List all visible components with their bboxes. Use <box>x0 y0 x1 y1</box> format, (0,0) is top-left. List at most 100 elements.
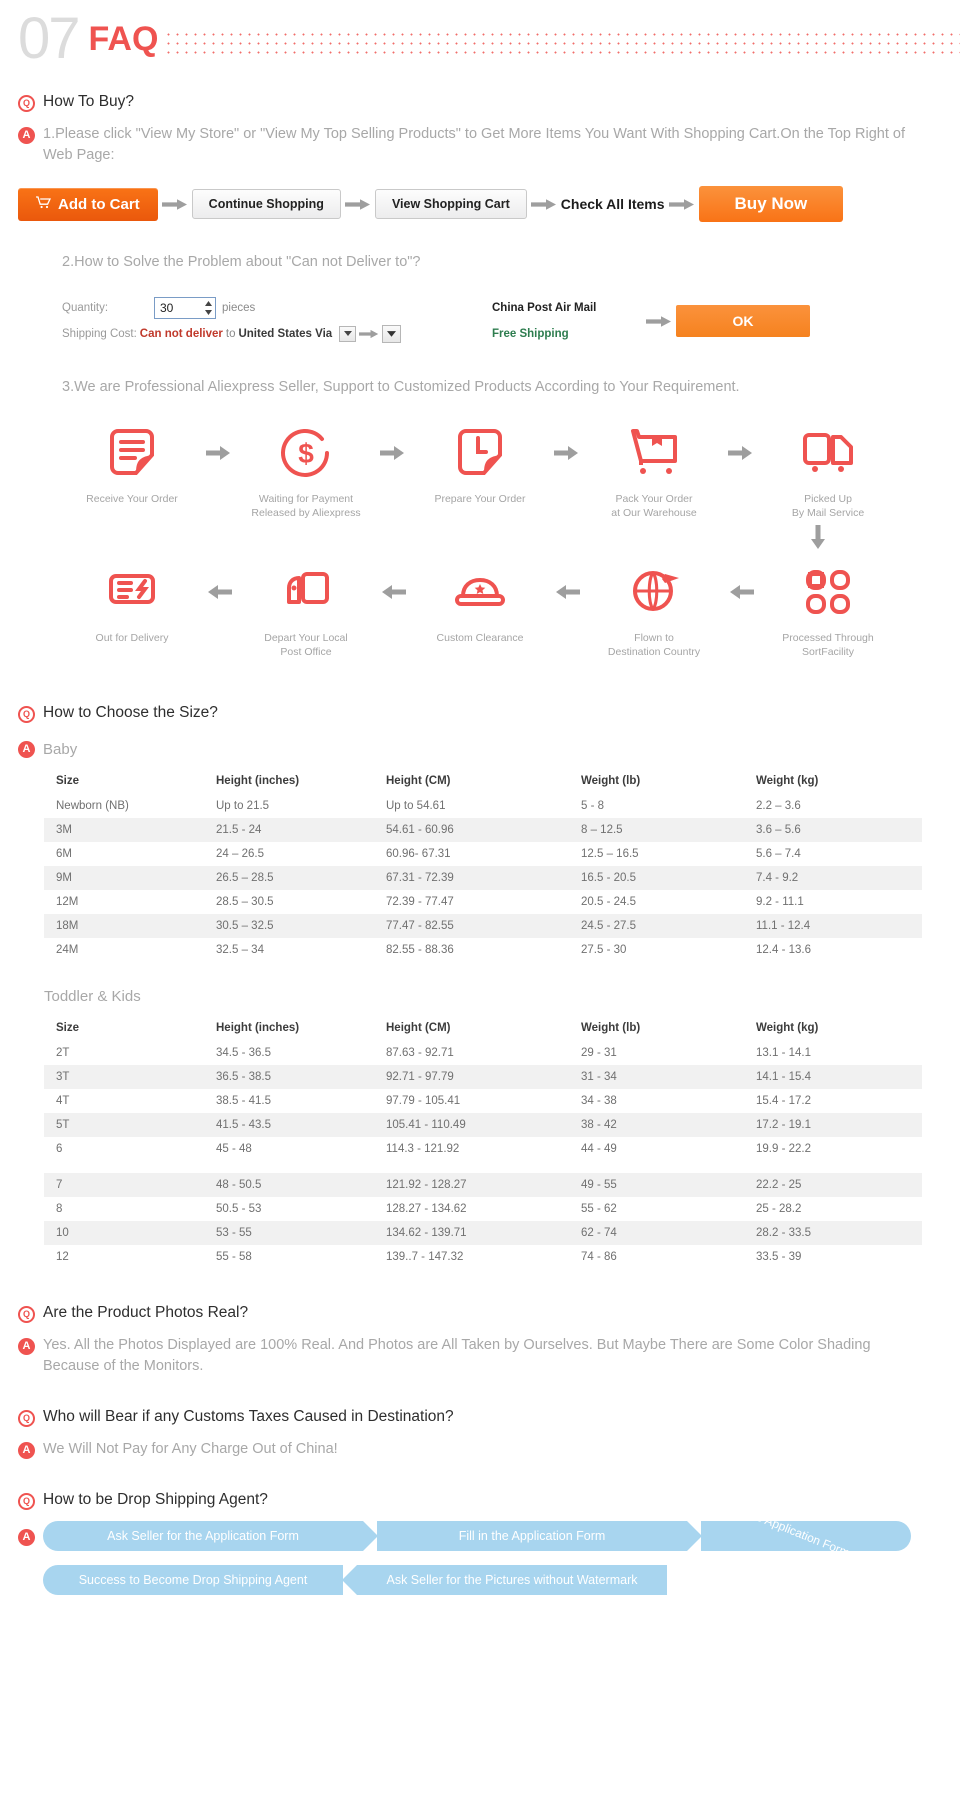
answer-how-to-buy-3: 3.We are Professional Aliexpress Seller,… <box>62 379 740 396</box>
add-to-cart-button[interactable]: Add to Cart <box>18 187 158 221</box>
table-cell: 19.9 - 22.2 <box>756 1143 811 1156</box>
table-cell: 15.4 - 17.2 <box>756 1095 811 1108</box>
table-cell: 105.41 - 110.49 <box>374 1113 569 1138</box>
baby-table-body: Newborn (NB) Up to 21.5 Up to 54.61 5 - 8 2.… <box>44 794 922 962</box>
flow-step-5[interactable]: Success to Become Drop Shipping Agent <box>43 1564 343 1595</box>
table-cell: 54.61 - 60.96 <box>374 818 569 843</box>
table-cell: 67.31 - 72.39 <box>374 866 569 891</box>
continue-shopping-button[interactable]: Continue Shopping <box>191 189 341 220</box>
flow-step-1[interactable]: Ask Seller for the Application Form <box>43 1520 378 1551</box>
quantity-stepper[interactable]: 30 <box>154 297 216 320</box>
quantity-label: Quantity: <box>62 302 109 315</box>
process-step-label: Custom Clearance <box>436 631 524 644</box>
column-header-height-inches: Height (inches) <box>216 775 300 788</box>
answer-text: Yes. All the Photos Displayed are 100% R… <box>43 1337 871 1375</box>
table-cell: 24 – 26.5 <box>216 848 264 861</box>
table-cell: 25 - 28.2 <box>756 1203 802 1216</box>
arrow-left-icon <box>193 561 245 623</box>
view-shopping-cart-button[interactable]: View Shopping Cart <box>374 189 527 220</box>
table-cell: 82.55 - 88.36 <box>386 944 454 957</box>
question-how-to-buy: Q How To Buy? <box>0 92 960 112</box>
country-dropdown[interactable] <box>339 326 357 343</box>
sort-facility-icon <box>767 561 889 623</box>
process-step-depart-post-office: Depart Your Local Post Office <box>245 561 367 659</box>
table-row: 4T 38.5 - 41.5 97.79 - 105.41 34 - 38 15.4 -… <box>44 1089 922 1113</box>
process-step-label: Prepare Your Order <box>434 493 526 506</box>
shipping-form-block: Quantity: 30 pieces Shipping Cost: Can n… <box>0 295 960 347</box>
process-step-label: Out for Delivery <box>95 631 169 644</box>
process-step-label: Processed Through SortFacility <box>782 631 874 658</box>
table-row: 6M 24 – 26.5 60.96- 67.31 12.5 – 16.5 5.6 – … <box>44 842 922 866</box>
flow-step-4[interactable]: Ask Seller for the Pictures without Wate… <box>342 1564 667 1595</box>
answer-badge-icon: A <box>18 127 35 145</box>
process-step-label: Receive Your Order <box>86 493 178 506</box>
process-step-flown-destination: Flown to Destination Country <box>593 561 715 659</box>
shipping-to-label: to <box>225 328 236 341</box>
arrow-down-icon <box>10 524 950 551</box>
buy-now-button[interactable]: Buy Now <box>698 186 844 223</box>
flow-step-3[interactable]: Give the Application Form to Seler <box>701 1495 911 1576</box>
table-row: 8 50.5 - 53 128.27 - 134.62 55 - 62 25 - 28.… <box>44 1197 922 1221</box>
answer-text: 1.Please click "View My Store" or "View … <box>43 126 905 164</box>
stepper-carets-icon[interactable] <box>204 299 213 317</box>
table-row: 12 55 - 58 139..7 - 147.32 74 - 86 33.5 - 39 <box>44 1245 922 1269</box>
table-row: 10 53 - 55 134.62 - 139.71 62 - 74 28.2 - 33… <box>44 1221 922 1246</box>
flow-step-2[interactable]: Fill in the Application Form <box>377 1520 702 1551</box>
question-drop-shipping: Q How to be Drop Shipping Agent? <box>0 1490 960 1511</box>
column-header-weight-kg: Weight (kg) <box>756 775 819 788</box>
process-step-prepare-order: Prepare Your Order <box>419 422 541 506</box>
arrow-right-icon <box>356 329 382 339</box>
table-cell: Newborn (NB) <box>56 800 129 813</box>
purchase-steps-buttons: Add to Cart Continue Shopping View Shopp… <box>0 186 960 223</box>
table-row: 9M 26.5 – 28.5 67.31 - 72.39 16.5 - 20.5 7.4… <box>44 866 922 891</box>
shipping-form-left: Quantity: 30 pieces Shipping Cost: Can n… <box>18 295 468 347</box>
cart-icon <box>36 196 52 213</box>
shipping-method-dropdown[interactable] <box>382 325 402 344</box>
table-header-row: Size Height (inches) Height (CM) Weight … <box>44 1015 922 1041</box>
table-cell: 12M <box>56 896 79 909</box>
table-cell: 27.5 - 30 <box>581 944 627 957</box>
column-header-weight-kg: Weight (kg) <box>756 1022 819 1035</box>
table-cell: 22.2 - 25 <box>744 1173 922 1198</box>
table-cell: 24.5 - 27.5 <box>569 914 744 939</box>
table-cell: 44 - 49 <box>581 1143 617 1156</box>
order-process-row-1: Receive Your Order $ Waiting for Payment… <box>0 422 960 550</box>
process-step-out-for-delivery: Out for Delivery <box>71 561 193 645</box>
answer-badge-icon: A <box>18 1442 35 1460</box>
table-cell: 13.1 - 14.1 <box>756 1047 811 1060</box>
table-cell: 6M <box>56 848 72 861</box>
process-step-label: Depart Your Local Post Office <box>264 631 348 658</box>
subsection-baby: A Baby <box>0 741 960 759</box>
post-office-icon <box>245 561 367 623</box>
table-cell: 121.92 - 128.27 <box>374 1173 569 1198</box>
flow-row-top: Ask Seller for the Application Form Fill… <box>43 1495 942 1576</box>
answer-text: We Will Not Pay for Any Charge Out of Ch… <box>43 1441 338 1458</box>
process-step-waiting-payment: $ Waiting for Payment Released by Aliexp… <box>245 422 367 520</box>
question-customs-taxes: Q Who will Bear if any Customs Taxes Cau… <box>0 1407 960 1428</box>
drop-shipping-flow: Ask Seller for the Application Form Fill… <box>43 1495 942 1595</box>
table-cell: 92.71 - 97.79 <box>374 1065 569 1090</box>
table-cell: 72.39 - 77.47 <box>386 896 454 909</box>
question-photos-real: Q Are the Product Photos Real? <box>0 1303 960 1324</box>
truck-icon <box>767 422 889 484</box>
clock-document-icon <box>419 422 541 484</box>
table-row: Newborn (NB) Up to 21.5 Up to 54.61 5 - 8 2.… <box>44 794 922 818</box>
arrow-left-icon <box>541 561 593 623</box>
table-row: 7 48 - 50.5 121.92 - 128.27 49 - 55 22.2 - 2… <box>44 1173 922 1198</box>
table-cell: 134.62 - 139.71 <box>374 1221 569 1246</box>
table-cell: 74 - 86 <box>581 1251 617 1264</box>
shipping-error-text: Can not deliver <box>139 328 223 341</box>
answer-how-to-buy-2: 2.How to Solve the Problem about "Can no… <box>62 254 421 271</box>
ok-button[interactable]: OK <box>676 305 810 338</box>
column-header-height-inches: Height (inches) <box>216 1022 300 1035</box>
table-cell: 49 - 55 <box>569 1173 744 1198</box>
process-step-label: Picked Up By Mail Service <box>791 493 865 520</box>
faq-page: 07 FAQ Q How To Buy? A 1.Please click "V… <box>0 0 960 1615</box>
shipping-method-info: China Post Air Mail Free Shipping <box>492 302 642 340</box>
table-cell: 38 - 42 <box>569 1113 744 1138</box>
flow-row-bottom: Success to Become Drop Shipping Agent As… <box>43 1564 942 1595</box>
section-number: 07 <box>18 6 80 71</box>
arrow-left-icon <box>715 561 767 623</box>
check-all-items-label[interactable]: Check All Items <box>561 196 665 212</box>
column-header-height-cm: Height (CM) <box>386 775 451 788</box>
